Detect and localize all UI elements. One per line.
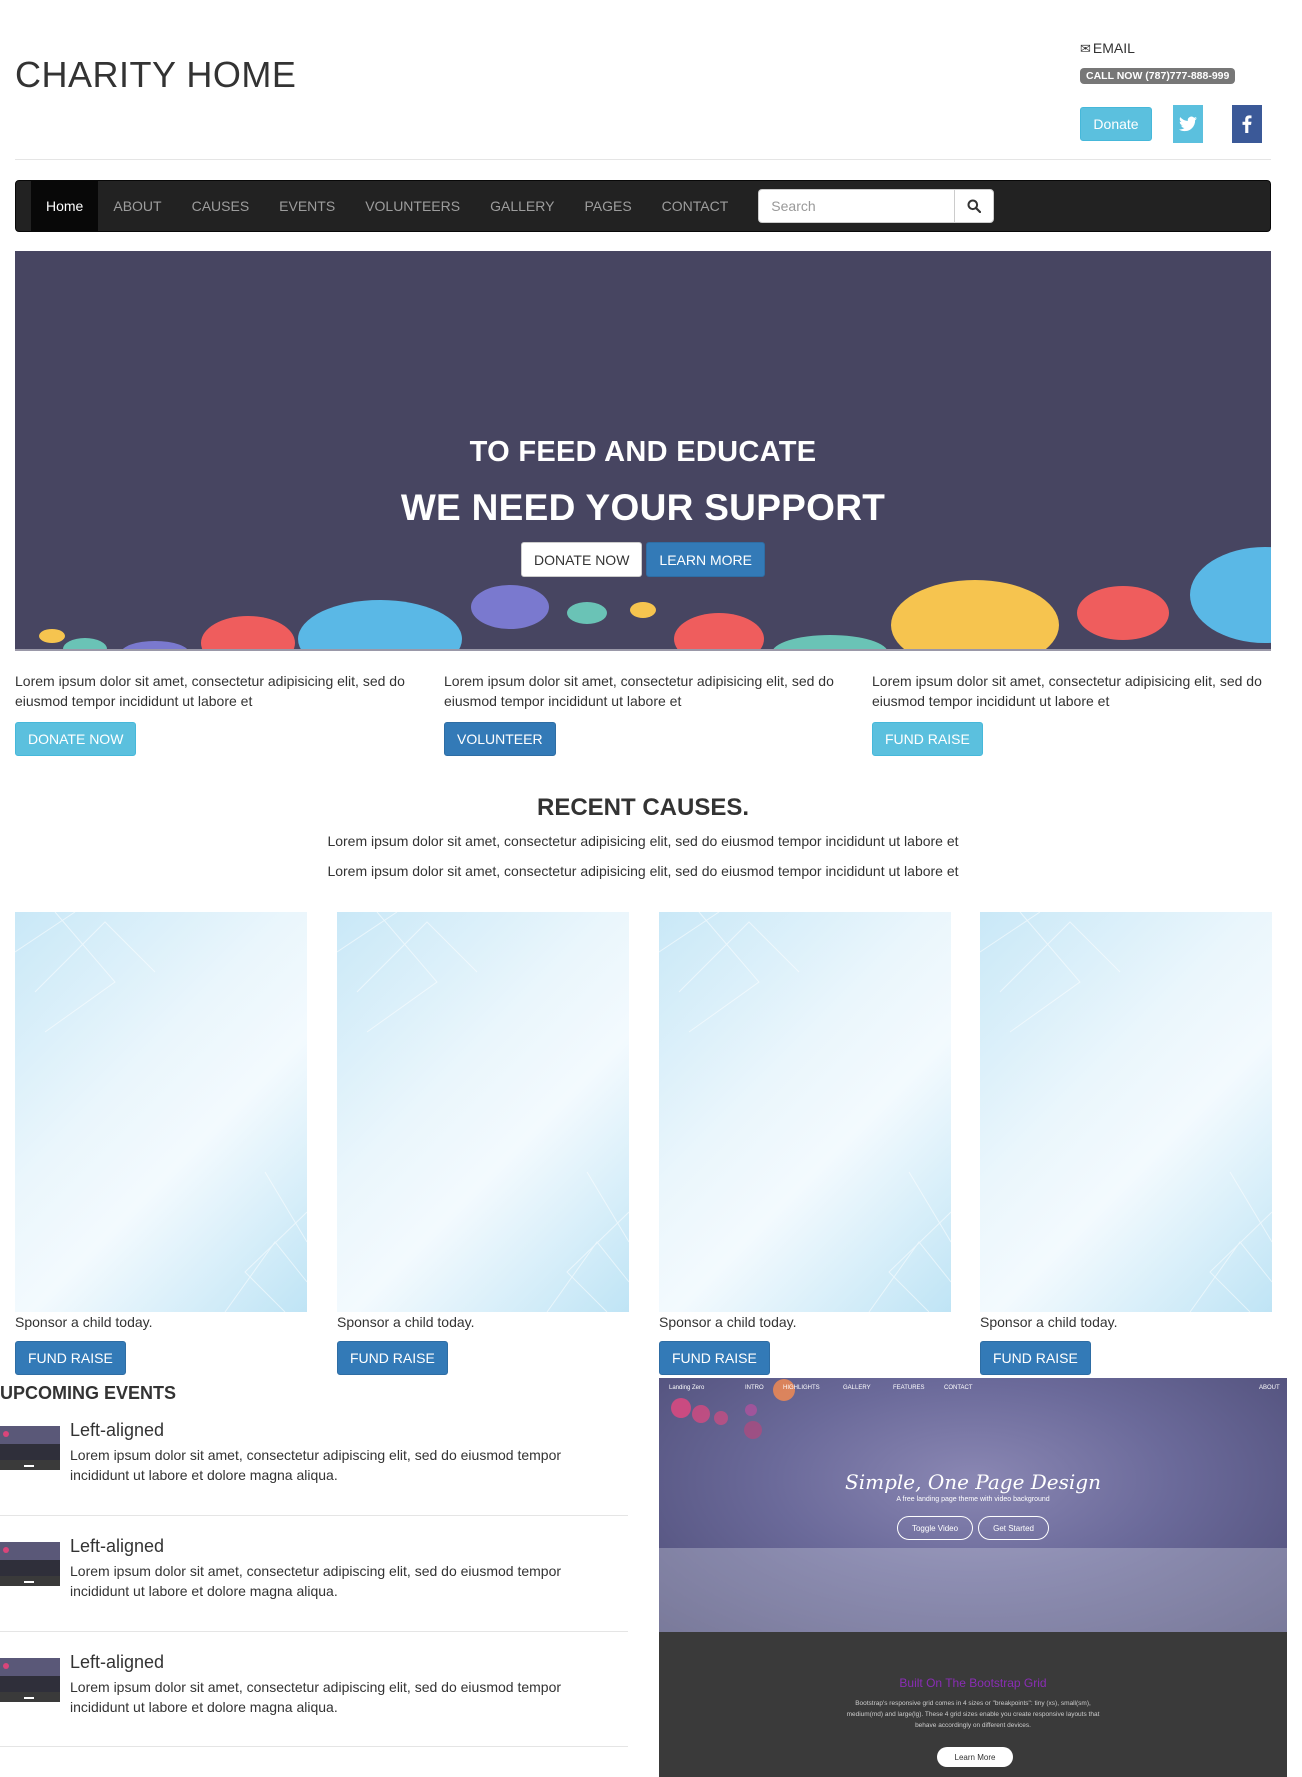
donate-button[interactable]: Donate [1080,107,1152,141]
event-body: Lorem ipsum dolor sit amet, consectetur … [70,1679,562,1715]
promo-title: Simple, One Page Design [845,1470,1101,1494]
facebook-button[interactable] [1232,105,1262,143]
nav-about[interactable]: ABOUT [98,181,176,231]
hero-subtitle: TO FEED AND EDUCATE [469,436,817,468]
promo-screenshot: Landing Zero INTRO HIGHLIGHTS GALLERY FE… [659,1378,1287,1777]
event-body: Lorem ipsum dolor sit amet, consectetur … [70,1447,562,1483]
search-input[interactable] [758,189,955,223]
header-divider [15,159,1271,160]
cause-caption: Sponsor a child today. [337,1314,475,1330]
promo-brand: Landing Zero [669,1385,705,1391]
search-form [758,189,995,223]
promo-nav: Landing Zero INTRO HIGHLIGHTS GALLERY FE… [659,1385,1287,1397]
recent-causes-title: RECENT CAUSES. [536,794,750,821]
hero-title: WE NEED YOUR SUPPORT [400,487,886,528]
hero-buttons: DONATE NOW LEARN MORE [15,542,1271,577]
promo-nav-item: GALLERY [843,1385,871,1391]
promo-nav-item: HIGHLIGHTS [783,1385,820,1391]
hero-banner: TO FEED AND EDUCATE WE NEED YOUR SUPPORT… [15,251,1271,651]
cause-card: Sponsor a child today. FUND RAISE [980,912,1272,1375]
feature-donate-button[interactable]: DONATE NOW [15,722,137,756]
promo-section: Built On The Bootstrap Grid Bootstrap's … [659,1632,1287,1777]
envelope-icon: ✉ [1080,40,1091,56]
facebook-icon [1242,115,1252,133]
hero-learn-more-button[interactable]: LEARN MORE [646,542,765,577]
event-thumbnail [0,1658,60,1702]
cause-caption: Sponsor a child today. [980,1314,1118,1330]
site-title: CHARITY HOME [15,54,297,95]
event-divider [0,1631,628,1632]
cause-image [980,912,1272,1312]
event-body: Lorem ipsum dolor sit amet, consectetur … [70,1563,562,1599]
promo-subtitle: A free landing page theme with video bac… [896,1496,1050,1503]
cause-caption: Sponsor a child today. [15,1314,153,1330]
cause-image [337,912,629,1312]
event-thumbnail [0,1542,60,1586]
nav-contact[interactable]: CONTACT [647,181,744,231]
promo-nav-item: FEATURES [893,1385,925,1391]
event-thumbnail [0,1426,60,1470]
promo-text: Bootstrap's responsive grid comes in 4 s… [846,1700,1100,1729]
cause-card: Sponsor a child today. FUND RAISE [15,912,307,1375]
social-row: Donate [1080,105,1262,143]
search-button[interactable] [954,189,995,223]
main-navbar: Home ABOUT CAUSES EVENTS VOLUNTEERS GALL… [15,180,1271,232]
promo-learn-more-button: Learn More [937,1747,1013,1767]
cause-image [15,912,307,1312]
promo-nav-item: CONTACT [944,1385,973,1391]
feature-volunteer: Lorem ipsum dolor sit amet, consectetur … [444,671,854,756]
cause-fund-raise-button[interactable]: FUND RAISE [659,1341,770,1375]
nav-events[interactable]: EVENTS [264,181,350,231]
hero-donate-button[interactable]: DONATE NOW [521,542,643,577]
promo-hero: Landing Zero INTRO HIGHLIGHTS GALLERY FE… [659,1378,1287,1632]
twitter-icon [1179,116,1197,132]
nav-volunteers[interactable]: VOLUNTEERS [350,181,475,231]
feature-donate: Lorem ipsum dolor sit amet, consectetur … [15,671,425,756]
cause-fund-raise-button[interactable]: FUND RAISE [337,1341,448,1375]
nav-pages[interactable]: PAGES [569,181,646,231]
promo-buttons: Toggle Video Get Started [659,1516,1287,1540]
promo-hero-background [659,1379,1287,1632]
recent-causes-text: Lorem ipsum dolor sit amet, consectetur … [327,833,959,849]
recent-causes-text: Lorem ipsum dolor sit amet, consectetur … [327,863,959,879]
nav-causes[interactable]: CAUSES [177,181,265,231]
cause-fund-raise-button[interactable]: FUND RAISE [980,1341,1091,1375]
cause-image [659,912,951,1312]
search-icon [967,199,982,213]
call-now-badge: CALL NOW (787)777-888-999 [1080,68,1236,84]
feature-volunteer-button[interactable]: VOLUNTEER [444,722,556,756]
feature-text: Lorem ipsum dolor sit amet, consectetur … [872,673,1262,709]
cause-card: Sponsor a child today. FUND RAISE [659,912,951,1375]
hero-bottom-line [15,649,1271,651]
event-divider [0,1515,628,1516]
event-heading: Left-aligned [70,1420,165,1440]
feature-text: Lorem ipsum dolor sit amet, consectetur … [444,673,834,709]
feature-fund-raise-button[interactable]: FUND RAISE [872,722,983,756]
event-heading: Left-aligned [70,1536,165,1556]
event-divider [0,1746,628,1747]
cause-caption: Sponsor a child today. [659,1314,797,1330]
feature-fund-raise: Lorem ipsum dolor sit amet, consectetur … [872,671,1282,756]
feature-text: Lorem ipsum dolor sit amet, consectetur … [15,673,405,709]
event-heading: Left-aligned [70,1652,165,1672]
email-label: EMAIL [1092,40,1135,56]
nav-gallery[interactable]: GALLERY [475,181,569,231]
upcoming-events-title: UPCOMING EVENTS [0,1383,177,1403]
twitter-button[interactable] [1173,105,1203,143]
promo-heading: Built On The Bootstrap Grid [899,1676,1047,1690]
promo-toggle-video-button: Toggle Video [896,1516,974,1540]
top-contact: ✉ EMAIL CALL NOW (787)777-888-999 Donate [1080,40,1290,143]
promo-get-started-button: Get Started [978,1516,1050,1540]
promo-nav-item: ABOUT [1259,1385,1280,1391]
nav-home[interactable]: Home [31,181,99,231]
cause-card: Sponsor a child today. FUND RAISE [337,912,629,1375]
cause-fund-raise-button[interactable]: FUND RAISE [15,1341,126,1375]
promo-nav-item: INTRO [745,1385,764,1391]
email-link[interactable]: ✉ EMAIL [1080,40,1290,56]
